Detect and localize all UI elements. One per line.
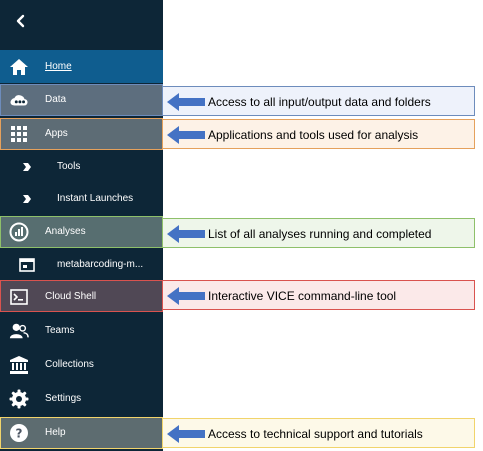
sidebar-item-label: Settings (45, 393, 82, 404)
sidebar-item-label: Home (45, 61, 72, 72)
sidebar-item-label: Instant Launches (57, 193, 134, 204)
analyses-gauge-icon (9, 222, 29, 242)
sidebar-item-analyses[interactable]: Analyses (0, 215, 163, 248)
sidebar-item-label: metabarcoding-m... (57, 259, 144, 270)
callout-data: Access to all input/output data and fold… (162, 86, 475, 116)
callout-cloud-shell: Interactive VICE command-line tool (162, 280, 475, 310)
cloud-data-icon (9, 90, 29, 110)
gear-icon (9, 389, 29, 409)
callout-text: Access to technical support and tutorial… (208, 427, 423, 441)
sidebar-item-label: Help (45, 427, 66, 438)
arrow-left-icon (167, 287, 205, 305)
arrow-left-icon (167, 93, 205, 111)
sidebar-item-collections[interactable]: Collections (0, 348, 163, 381)
sidebar-item-label: Tools (57, 161, 81, 172)
arrow-left-icon (167, 225, 205, 243)
callout-apps: Applications and tools used for analysis (162, 119, 475, 149)
sidebar-item-label: Apps (45, 128, 68, 139)
sidebar-item-apps[interactable]: Apps (0, 117, 163, 150)
apps-grid-icon (9, 124, 29, 144)
sidebar-item-label: Cloud Shell (45, 291, 97, 302)
sidebar-item-data[interactable]: Data (0, 83, 163, 116)
sidebar-item-instant-launches[interactable]: Instant Launches (0, 182, 163, 215)
svg-text:?: ? (16, 427, 23, 441)
callout-text: Interactive VICE command-line tool (208, 289, 397, 303)
sidebar: Home Data Apps Tools Instant Launches An… (0, 0, 163, 451)
sidebar-item-home[interactable]: Home (0, 50, 163, 83)
home-icon (9, 57, 29, 77)
sidebar-item-running-analysis[interactable]: metabarcoding-m... (0, 248, 163, 281)
sidebar-item-label: Data (45, 94, 67, 105)
callout-text: List of all analyses running and complet… (208, 227, 432, 241)
sidebar-item-label: Teams (45, 325, 75, 336)
collections-icon (9, 355, 29, 375)
callout-analyses: List of all analyses running and complet… (162, 218, 475, 248)
sidebar-item-label: Collections (45, 359, 94, 370)
sidebar-item-cloud-shell[interactable]: Cloud Shell (0, 280, 163, 313)
sidebar-item-tools[interactable]: Tools (0, 150, 163, 183)
help-icon: ? (9, 423, 29, 443)
sidebar-item-teams[interactable]: Teams (0, 314, 163, 347)
teams-icon (9, 321, 29, 341)
sidebar-item-settings[interactable]: Settings (0, 382, 163, 415)
arrow-left-icon (167, 425, 205, 443)
callout-text: Access to all input/output data and fold… (208, 95, 431, 109)
window-icon (17, 255, 37, 275)
collapse-sidebar-button[interactable] (10, 10, 32, 32)
chevron-right-icon (17, 157, 37, 177)
arrow-left-icon (167, 126, 205, 144)
chevron-right-icon (17, 189, 37, 209)
terminal-icon (9, 287, 29, 307)
callout-text: Applications and tools used for analysis (208, 128, 419, 142)
chevron-left-icon (16, 14, 25, 28)
sidebar-item-help[interactable]: ? Help (0, 416, 163, 449)
callout-help: Access to technical support and tutorial… (162, 418, 475, 448)
sidebar-item-label: Analyses (45, 226, 86, 237)
